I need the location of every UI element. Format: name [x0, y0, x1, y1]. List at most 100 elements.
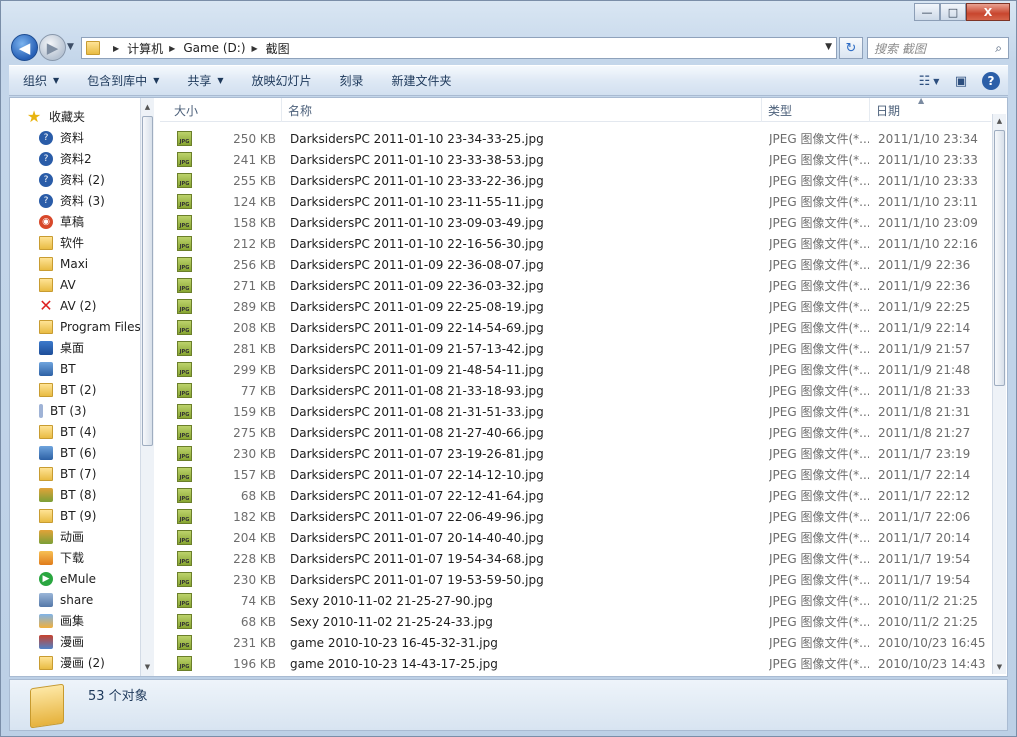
scroll-down-icon[interactable]: ▼ [993, 660, 1006, 674]
address-dropdown-icon[interactable]: ▼ [825, 42, 832, 52]
column-header-name[interactable]: 名称 [282, 98, 762, 122]
sidebar-item[interactable]: AV [39, 274, 76, 295]
sidebar-item[interactable]: 下载 [39, 547, 84, 568]
recent-pages-dropdown[interactable]: ▼ [67, 42, 74, 52]
file-row[interactable]: JPG 157 KB DarksidersPC 2011-01-07 22-14-1… [160, 464, 991, 485]
file-row[interactable]: JPG 124 KB DarksidersPC 2011-01-10 23-11-5… [160, 191, 991, 212]
file-row[interactable]: JPG 230 KB DarksidersPC 2011-01-07 23-19-2… [160, 443, 991, 464]
scroll-thumb[interactable] [994, 130, 1005, 386]
forward-button[interactable]: ▶ [39, 34, 66, 61]
search-icon[interactable]: ⌕ [995, 41, 1002, 56]
slideshow-button[interactable]: 放映幻灯片 [238, 72, 326, 89]
file-list-scrollbar[interactable]: ▲ ▼ [992, 114, 1006, 674]
file-row[interactable]: JPG 231 KB game 2010-10-23 16-45-32-31.jpg… [160, 632, 991, 653]
file-row[interactable]: JPG 271 KB DarksidersPC 2011-01-09 22-36-0… [160, 275, 991, 296]
file-row[interactable]: JPG 275 KB DarksidersPC 2011-01-08 21-27-4… [160, 422, 991, 443]
sidebar-item-label: 画集 [60, 614, 85, 628]
sidebar-header-favorites[interactable]: ★ 收藏夹 [26, 106, 85, 127]
help-icon: ? [39, 172, 53, 187]
file-row[interactable]: JPG 281 KB DarksidersPC 2011-01-09 21-57-1… [160, 338, 991, 359]
column-header-date[interactable]: 日期 ▲ [870, 98, 980, 122]
column-header-size[interactable]: 大小 [168, 98, 282, 122]
sidebar-item[interactable]: ▶ eMule [39, 568, 96, 589]
file-row[interactable]: JPG 196 KB game 2010-10-23 14-43-17-25.jpg… [160, 653, 991, 674]
organize-menu[interactable]: 组织 ▼ [9, 72, 73, 89]
help-icon[interactable]: ? [982, 72, 1000, 90]
sidebar-item[interactable]: 漫画 [39, 631, 84, 652]
sidebar-item[interactable]: 桌面 [39, 337, 84, 358]
file-row[interactable]: JPG 204 KB DarksidersPC 2011-01-07 20-14-4… [160, 527, 991, 548]
sidebar-item[interactable]: BT (3) [39, 400, 86, 421]
scroll-thumb[interactable] [142, 116, 153, 446]
jpeg-file-icon: JPG [177, 149, 193, 170]
burn-button[interactable]: 刻录 [326, 72, 378, 89]
file-size: 281 KB [233, 341, 276, 356]
file-row[interactable]: JPG 77 KB DarksidersPC 2011-01-08 21-33-18… [160, 380, 991, 401]
file-row[interactable]: JPG 256 KB DarksidersPC 2011-01-09 22-36-0… [160, 254, 991, 275]
sidebar-item[interactable]: BT [39, 358, 76, 379]
back-button[interactable]: ◀ [11, 34, 38, 61]
sidebar-item[interactable]: BT (9) [39, 505, 96, 526]
help-icon: ? [39, 151, 53, 166]
new-folder-button[interactable]: 新建文件夹 [378, 72, 466, 89]
address-bar[interactable]: ▶ 计算机 ▶ Game (D:) ▶ 截图 ▼ [81, 37, 837, 59]
sidebar-item[interactable]: ◉ 草稿 [39, 211, 84, 232]
file-row[interactable]: JPG 74 KB Sexy 2010-11-02 21-25-27-90.jpg J… [160, 590, 991, 611]
scroll-up-icon[interactable]: ▲ [141, 100, 154, 114]
file-type: JPEG 图像文件(*... [769, 342, 869, 356]
preview-pane-icon[interactable]: ▣ [950, 70, 972, 92]
file-name: DarksidersPC 2011-01-09 21-57-13-42.jpg [290, 341, 544, 356]
sidebar-item[interactable]: 漫画 (2) [39, 652, 105, 673]
sidebar-item[interactable]: ? 资料 [39, 127, 84, 148]
share-menu[interactable]: 共享 ▼ [173, 72, 237, 89]
sidebar-item[interactable]: BT (4) [39, 421, 96, 442]
file-type: JPEG 图像文件(*... [769, 657, 869, 671]
chevron-right-icon[interactable]: ▶ [252, 44, 258, 53]
scroll-up-icon[interactable]: ▲ [993, 114, 1006, 128]
file-type: JPEG 图像文件(*... [769, 300, 869, 314]
sidebar-item[interactable]: Program Files ( [39, 316, 149, 337]
include-in-library-menu[interactable]: 包含到库中 ▼ [73, 72, 173, 89]
sidebar-scrollbar[interactable]: ▲ ▼ [140, 98, 154, 676]
sidebar-item[interactable]: 软件 [39, 232, 84, 253]
chevron-right-icon[interactable]: ▶ [169, 44, 175, 53]
file-row[interactable]: JPG 228 KB DarksidersPC 2011-01-07 19-54-3… [160, 548, 991, 569]
scroll-down-icon[interactable]: ▼ [141, 660, 154, 674]
file-row[interactable]: JPG 289 KB DarksidersPC 2011-01-09 22-25-0… [160, 296, 991, 317]
file-row[interactable]: JPG 241 KB DarksidersPC 2011-01-10 23-33-3… [160, 149, 991, 170]
sidebar-item[interactable]: ? 资料2 [39, 148, 92, 169]
refresh-button[interactable]: ↻ [839, 37, 863, 59]
sidebar-item[interactable]: BT (7) [39, 463, 96, 484]
search-input[interactable]: 搜索 截图 ⌕ [867, 37, 1009, 59]
breadcrumb-drive[interactable]: Game (D:) [183, 41, 245, 55]
sidebar-item[interactable]: ✕ AV (2) [39, 295, 96, 316]
file-row[interactable]: JPG 159 KB DarksidersPC 2011-01-08 21-31-5… [160, 401, 991, 422]
sidebar-item[interactable]: 画集 [39, 610, 84, 631]
file-row[interactable]: JPG 230 KB DarksidersPC 2011-01-07 19-53-5… [160, 569, 991, 590]
column-header-type[interactable]: 类型 [762, 98, 870, 122]
close-button[interactable]: X [966, 3, 1010, 21]
breadcrumb-folder[interactable]: 截图 [266, 40, 290, 57]
file-row[interactable]: JPG 208 KB DarksidersPC 2011-01-09 22-14-5… [160, 317, 991, 338]
sidebar-item[interactable]: BT (2) [39, 379, 96, 400]
sidebar-item[interactable]: Maxi [39, 253, 88, 274]
file-row[interactable]: JPG 299 KB DarksidersPC 2011-01-09 21-48-5… [160, 359, 991, 380]
breadcrumb-computer[interactable]: 计算机 [127, 40, 163, 57]
minimize-button[interactable]: — [914, 3, 940, 21]
file-row[interactable]: JPG 212 KB DarksidersPC 2011-01-10 22-16-5… [160, 233, 991, 254]
file-row[interactable]: JPG 250 KB DarksidersPC 2011-01-10 23-34-3… [160, 128, 991, 149]
file-row[interactable]: JPG 68 KB Sexy 2010-11-02 21-25-24-33.jpg J… [160, 611, 991, 632]
file-row[interactable]: JPG 158 KB DarksidersPC 2011-01-10 23-09-0… [160, 212, 991, 233]
file-row[interactable]: JPG 255 KB DarksidersPC 2011-01-10 23-33-2… [160, 170, 991, 191]
sidebar-item[interactable]: ? 资料 (3) [39, 190, 105, 211]
view-options-icon[interactable]: ☷ ▼ [918, 70, 940, 92]
sidebar-item[interactable]: ? 资料 (2) [39, 169, 105, 190]
maximize-button[interactable]: □ [940, 3, 966, 21]
file-row[interactable]: JPG 68 KB DarksidersPC 2011-01-07 22-12-41… [160, 485, 991, 506]
sidebar-item[interactable]: 动画 [39, 526, 84, 547]
sidebar-item[interactable]: BT (8) [39, 484, 96, 505]
sidebar-item[interactable]: BT (6) [39, 442, 96, 463]
sidebar-item[interactable]: share [39, 589, 93, 610]
file-row[interactable]: JPG 182 KB DarksidersPC 2011-01-07 22-06-4… [160, 506, 991, 527]
arrow-right-icon: ▶ [46, 38, 59, 57]
